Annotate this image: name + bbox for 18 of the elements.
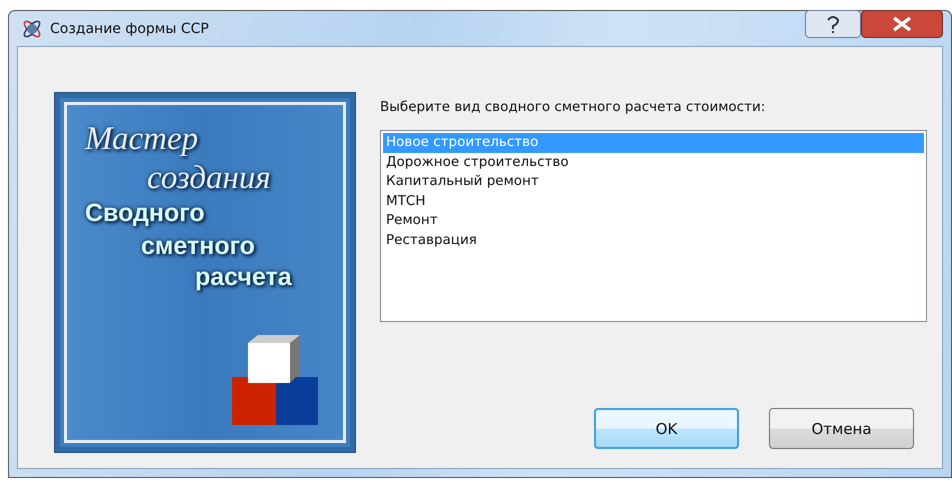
- banner-text: создания: [146, 162, 271, 195]
- type-list[interactable]: Новое строительство Дорожное строительство Капитальный ремонт МТСН Ремонт Реставрация: [380, 130, 927, 322]
- list-item[interactable]: Дорожное строительство: [383, 152, 924, 172]
- list-item[interactable]: Реставрация: [383, 230, 924, 250]
- list-item[interactable]: МТСН: [383, 192, 924, 211]
- banner-text: расчета: [194, 265, 292, 290]
- banner-text: Сводного: [85, 201, 205, 226]
- dialog-button[interactable]: Отмена: [769, 408, 914, 449]
- banner-text: сметного: [140, 234, 255, 259]
- window-title: Создание формы ССР: [50, 20, 210, 36]
- dialog-button[interactable]: OK: [594, 408, 739, 449]
- close-button[interactable]: [861, 10, 943, 38]
- list-item[interactable]: Ремонт: [383, 211, 924, 230]
- list-item[interactable]: Капитальный ремонт: [383, 172, 924, 192]
- app-logo-icon: [21, 18, 43, 40]
- prompt-label: Выберите вид сводного сметного расчета стоимости:: [380, 99, 766, 115]
- help-button[interactable]: [805, 10, 861, 38]
- banner-text: Мастер: [85, 123, 198, 156]
